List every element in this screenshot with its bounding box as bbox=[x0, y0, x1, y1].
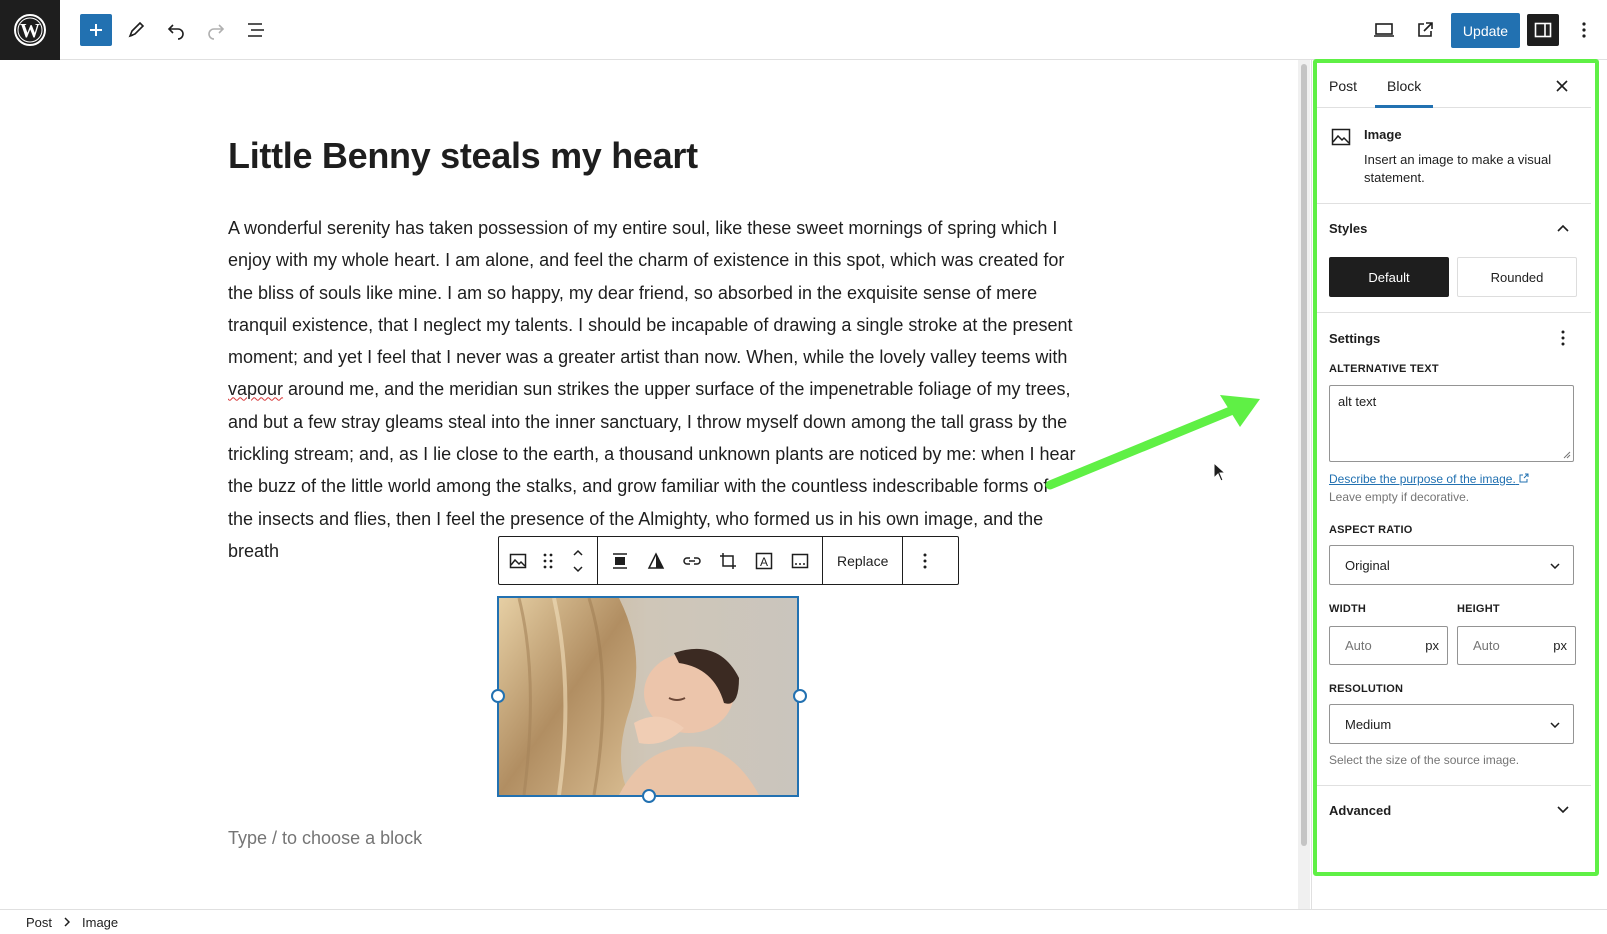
settings-options-icon[interactable] bbox=[1555, 330, 1571, 346]
drag-handle-icon[interactable] bbox=[533, 543, 563, 579]
chevron-up-icon[interactable] bbox=[1555, 220, 1571, 236]
chevron-down-icon bbox=[1547, 558, 1563, 574]
annotation-arrow-icon bbox=[1045, 395, 1260, 490]
breadcrumb-image[interactable]: Image bbox=[82, 915, 118, 930]
move-up-down-icon[interactable] bbox=[563, 543, 593, 579]
sidebar-tabs: Post Block bbox=[1317, 64, 1591, 108]
spellcheck-word: vapour bbox=[228, 379, 284, 400]
resize-handle-left[interactable] bbox=[491, 689, 505, 703]
duotone-filter-icon[interactable] bbox=[638, 543, 674, 579]
view-post-external-icon[interactable] bbox=[1409, 14, 1441, 46]
undo-icon[interactable] bbox=[160, 14, 192, 46]
width-label: WIDTH bbox=[1329, 603, 1367, 615]
width-input[interactable]: Auto px bbox=[1329, 626, 1448, 665]
mouse-cursor-icon bbox=[1213, 462, 1227, 482]
panel-divider bbox=[1317, 785, 1591, 786]
alt-text-label: ALTERNATIVE TEXT bbox=[1329, 363, 1439, 375]
document-overview-icon[interactable] bbox=[240, 14, 272, 46]
crop-icon[interactable] bbox=[710, 543, 746, 579]
paragraph-text-end: around me, and the meridian sun strikes … bbox=[228, 379, 1076, 561]
paragraph-text-start: A wonderful serenity has taken possessio… bbox=[228, 218, 1073, 368]
image-block[interactable] bbox=[497, 596, 799, 797]
advanced-panel-title[interactable]: Advanced bbox=[1329, 803, 1391, 818]
chevron-right-icon bbox=[64, 917, 71, 927]
panel-divider bbox=[1317, 312, 1591, 313]
canvas-scrollbar-thumb[interactable] bbox=[1301, 64, 1307, 846]
breadcrumb-post[interactable]: Post bbox=[26, 915, 52, 930]
aspect-ratio-select[interactable]: Original bbox=[1329, 545, 1574, 585]
editor-header: W Update bbox=[0, 0, 1607, 60]
block-card-description: Insert an image to make a visual stateme… bbox=[1364, 152, 1552, 185]
resolution-help: Select the size of the source image. bbox=[1329, 753, 1520, 767]
width-unit: px bbox=[1425, 638, 1439, 653]
resize-handle-right[interactable] bbox=[793, 689, 807, 703]
resolution-label: RESOLUTION bbox=[1329, 683, 1404, 695]
chevron-down-icon[interactable] bbox=[1555, 802, 1571, 818]
style-rounded-button[interactable]: Rounded bbox=[1457, 257, 1577, 297]
insert-link-icon[interactable] bbox=[674, 543, 710, 579]
svg-text:W: W bbox=[20, 20, 40, 42]
textarea-resize-icon[interactable] bbox=[1563, 451, 1571, 459]
baby-photo bbox=[499, 598, 797, 795]
tab-post[interactable]: Post bbox=[1329, 64, 1357, 108]
aspect-ratio-value: Original bbox=[1345, 557, 1390, 573]
image-block-type-icon[interactable] bbox=[503, 543, 533, 579]
block-options-icon[interactable] bbox=[907, 543, 943, 579]
text-over-image-icon[interactable]: A bbox=[746, 543, 782, 579]
replace-image-button[interactable]: Replace bbox=[827, 553, 898, 569]
external-link-icon bbox=[1519, 473, 1529, 483]
wordpress-logo-icon[interactable]: W bbox=[0, 0, 60, 60]
resize-handle-bottom[interactable] bbox=[642, 789, 656, 803]
settings-panel-title: Settings bbox=[1329, 331, 1381, 346]
tab-block[interactable]: Block bbox=[1375, 64, 1434, 108]
caption-icon[interactable] bbox=[782, 543, 818, 579]
tools-pencil-icon[interactable] bbox=[120, 14, 152, 46]
image-block-toolbar: A Replace bbox=[498, 536, 959, 585]
height-input[interactable]: Auto px bbox=[1457, 626, 1576, 665]
paragraph-block[interactable]: A wonderful serenity has taken possessio… bbox=[228, 212, 1078, 567]
height-unit: px bbox=[1553, 638, 1567, 653]
settings-sidebar-toggle-icon[interactable] bbox=[1527, 14, 1559, 46]
styles-panel-title[interactable]: Styles bbox=[1329, 221, 1367, 236]
breadcrumb: Post Image bbox=[0, 909, 1607, 934]
resolution-select[interactable]: Medium bbox=[1329, 704, 1574, 744]
describe-image-link[interactable]: Describe the purpose of the image. bbox=[1329, 472, 1529, 486]
align-center-icon[interactable] bbox=[602, 543, 638, 579]
height-label: HEIGHT bbox=[1457, 603, 1500, 615]
add-block-button[interactable] bbox=[80, 14, 112, 46]
update-button[interactable]: Update bbox=[1451, 13, 1520, 48]
alt-text-help: Leave empty if decorative. bbox=[1329, 490, 1470, 504]
svg-text:A: A bbox=[760, 555, 768, 569]
block-appender-placeholder[interactable]: Type / to choose a block bbox=[228, 828, 422, 849]
height-placeholder: Auto bbox=[1473, 638, 1500, 653]
describe-image-link-text: Describe the purpose of the image. bbox=[1329, 472, 1516, 486]
chevron-down-icon bbox=[1547, 717, 1563, 733]
resolution-value: Medium bbox=[1345, 716, 1392, 732]
preview-device-icon[interactable] bbox=[1368, 14, 1400, 46]
more-options-vertical-icon[interactable] bbox=[1568, 14, 1600, 46]
image-icon bbox=[1330, 126, 1352, 153]
width-placeholder: Auto bbox=[1345, 638, 1372, 653]
post-title[interactable]: Little Benny steals my heart bbox=[228, 135, 698, 177]
alt-text-field[interactable]: alt text bbox=[1329, 385, 1574, 462]
block-card-title: Image bbox=[1364, 127, 1402, 142]
redo-icon[interactable] bbox=[200, 14, 232, 46]
style-default-button[interactable]: Default bbox=[1329, 257, 1449, 297]
alt-text-value: alt text bbox=[1338, 394, 1377, 409]
aspect-ratio-label: ASPECT RATIO bbox=[1329, 524, 1413, 536]
close-icon[interactable] bbox=[1552, 76, 1572, 96]
